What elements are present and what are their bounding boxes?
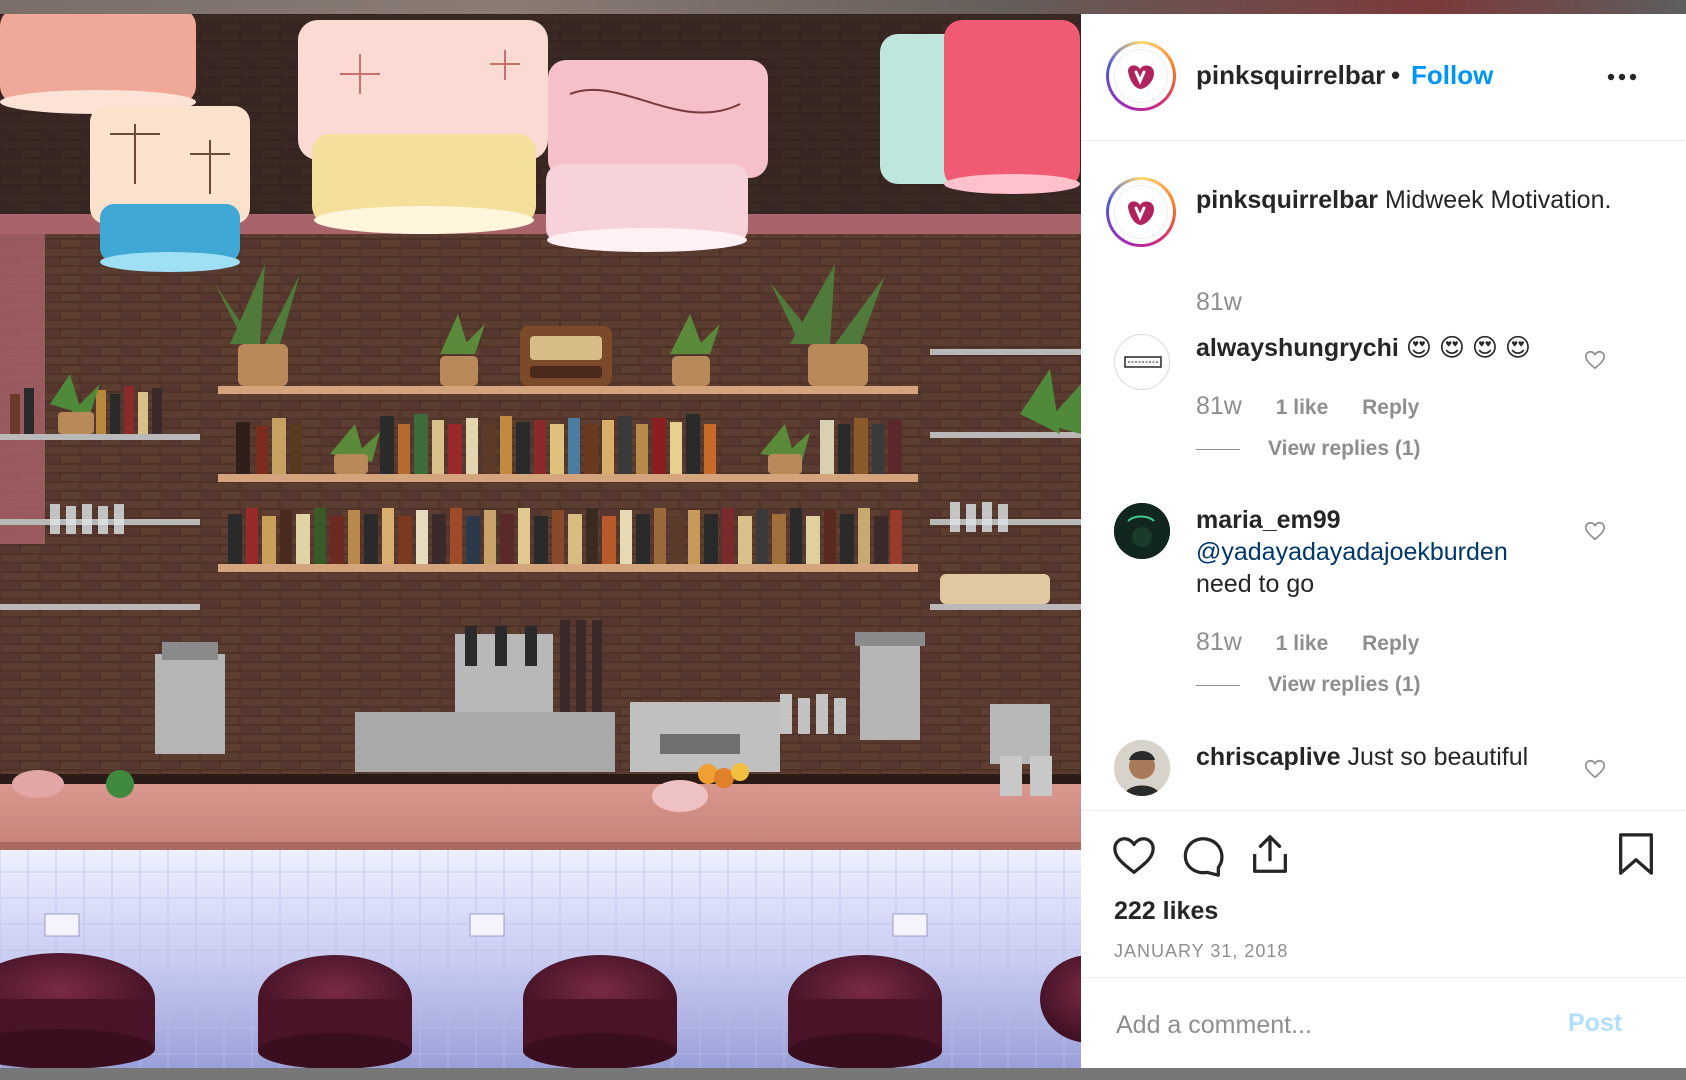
bookmark-icon[interactable] bbox=[1613, 831, 1659, 877]
comment-meta: 81w 1 like Reply bbox=[1196, 392, 1419, 421]
comment-username[interactable]: alwayshungrychi bbox=[1196, 334, 1399, 362]
background-page-strip bbox=[0, 0, 1686, 14]
bar-interior-image bbox=[0, 14, 1081, 1068]
view-replies-label: View replies (1) bbox=[1268, 673, 1421, 696]
follow-button[interactable]: Follow bbox=[1411, 60, 1493, 91]
background-page-strip-bottom bbox=[0, 1068, 1686, 1080]
comment-heart-icon[interactable] bbox=[1584, 349, 1606, 371]
reply-button[interactable]: Reply bbox=[1362, 632, 1419, 655]
replies-divider bbox=[1196, 448, 1240, 450]
comment-text: chriscaplive Just so beautiful bbox=[1196, 741, 1596, 773]
comment-text: maria_em99 @yadayadayadajoekburden need … bbox=[1196, 504, 1586, 600]
post-modal: pinksquirrelbar • Follow pinksquirrelbar… bbox=[0, 14, 1686, 1068]
commenter-avatar[interactable] bbox=[1114, 740, 1170, 796]
reply-button[interactable]: Reply bbox=[1362, 396, 1419, 419]
comment-likes[interactable]: 1 like bbox=[1276, 396, 1329, 419]
author-avatar[interactable] bbox=[1106, 41, 1176, 111]
share-icon[interactable] bbox=[1247, 831, 1293, 877]
squirrel-logo-icon bbox=[1114, 185, 1168, 239]
caption-timestamp[interactable]: 81w bbox=[1196, 288, 1242, 317]
commenter-avatar[interactable] bbox=[1114, 503, 1170, 559]
comment-likes[interactable]: 1 like bbox=[1276, 632, 1329, 655]
post-header: pinksquirrelbar • Follow bbox=[1081, 14, 1686, 141]
comment-username[interactable]: maria_em99 bbox=[1196, 504, 1586, 536]
comment-meta: 81w 1 like Reply bbox=[1196, 628, 1419, 657]
comment-body: Just so beautiful bbox=[1347, 743, 1529, 771]
add-comment-input[interactable] bbox=[1114, 1006, 1548, 1044]
squirrel-logo-icon bbox=[1114, 49, 1168, 103]
comment-mention-link[interactable]: @yadayadayadajoekburden bbox=[1196, 536, 1586, 568]
header-separator: • bbox=[1391, 60, 1401, 90]
post-comment-button[interactable]: Post bbox=[1568, 1009, 1622, 1038]
view-replies-button[interactable]: View replies (1) bbox=[1196, 437, 1421, 461]
post-date[interactable]: JANUARY 31, 2018 bbox=[1114, 941, 1288, 962]
post-side-panel: pinksquirrelbar • Follow pinksquirrelbar… bbox=[1081, 14, 1686, 1068]
heart-icon[interactable] bbox=[1111, 833, 1157, 879]
post-caption: pinksquirrelbar Midweek Motivation. bbox=[1196, 184, 1636, 217]
comment-emoji: 😍 😍 😍 😍 bbox=[1405, 334, 1531, 362]
comment-username[interactable]: chriscaplive bbox=[1196, 743, 1341, 771]
comment-text: alwayshungrychi 😍 😍 😍 😍 bbox=[1196, 332, 1596, 364]
commenter-avatar[interactable] bbox=[1114, 334, 1170, 390]
replies-divider bbox=[1196, 684, 1240, 686]
comment-composer: Post bbox=[1081, 977, 1686, 1069]
more-horizontal-icon[interactable] bbox=[1605, 69, 1639, 85]
comment-body: need to go bbox=[1196, 570, 1315, 598]
comment-heart-icon[interactable] bbox=[1584, 520, 1606, 542]
view-replies-label: View replies (1) bbox=[1268, 437, 1421, 460]
view-replies-button[interactable]: View replies (1) bbox=[1196, 673, 1421, 697]
author-username[interactable]: pinksquirrelbar bbox=[1196, 60, 1385, 91]
caption-author-avatar[interactable] bbox=[1106, 177, 1176, 247]
comment-heart-icon[interactable] bbox=[1584, 758, 1606, 780]
comment-timestamp[interactable]: 81w bbox=[1196, 628, 1242, 656]
post-photo[interactable] bbox=[0, 14, 1081, 1068]
caption-body: Midweek Motivation. bbox=[1384, 186, 1612, 214]
comment-bubble-icon[interactable] bbox=[1180, 833, 1226, 879]
likes-count[interactable]: 222 likes bbox=[1114, 897, 1218, 926]
comment-timestamp[interactable]: 81w bbox=[1196, 392, 1242, 420]
post-actions: 222 likes JANUARY 31, 2018 bbox=[1081, 810, 1686, 979]
caption-username[interactable]: pinksquirrelbar bbox=[1196, 186, 1378, 214]
